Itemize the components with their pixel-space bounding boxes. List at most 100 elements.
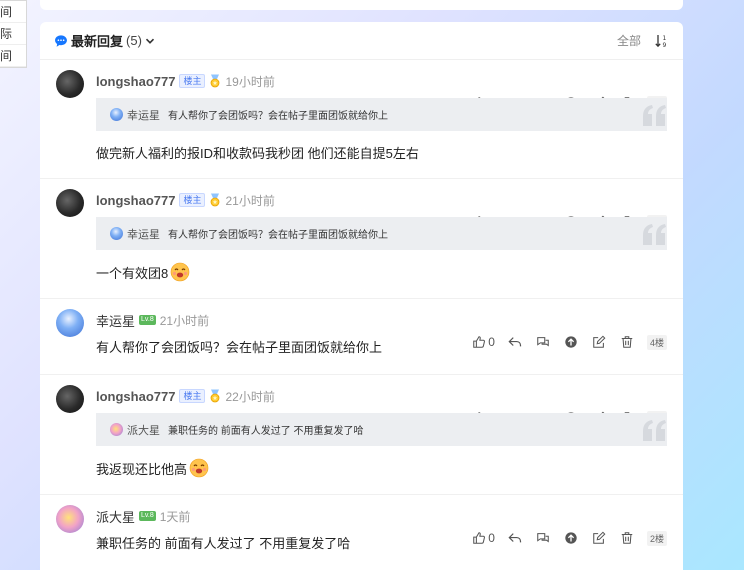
reply-content: 我返现还比他高 xyxy=(96,446,667,494)
medal-icon xyxy=(211,74,220,88)
avatar[interactable] xyxy=(56,189,84,217)
reply-arrow-icon xyxy=(508,337,522,347)
thumbs-up-icon xyxy=(473,532,486,544)
trash-icon xyxy=(621,336,633,348)
arrow-up-circle-icon xyxy=(565,532,577,544)
floor-number: 4楼 xyxy=(646,334,667,350)
avatar[interactable] xyxy=(56,385,84,413)
level-badge: Lv.8 xyxy=(139,511,156,521)
reply-time: 1天前 xyxy=(159,509,191,524)
reply-item: longshao777 楼主 19小时前 0 xyxy=(40,60,683,179)
quote-text: 有人帮你了会团饭吗？会在帖子里面团饭就给你上 xyxy=(168,111,388,122)
delete-button[interactable] xyxy=(619,334,635,350)
replies-title-dropdown[interactable]: 最新回复 (5) xyxy=(54,31,155,50)
like-count: 0 xyxy=(488,531,495,545)
comment-bubbles-icon xyxy=(537,337,549,347)
quote-mark-icon xyxy=(643,224,666,245)
reply-text: 有人帮你了会团饭吗？会在帖子里面团饭就给你上 xyxy=(96,340,383,355)
quoted-reply[interactable]: 派大星 兼职任务的 前面有人发过了 不用重复发了哈 xyxy=(96,413,667,446)
reply-time: 22小时前 xyxy=(225,389,275,404)
replies-title: 最新回复 xyxy=(71,34,124,49)
quoted-reply[interactable]: 幸运星 有人帮你了会团饭吗？会在帖子里面团饭就给你上 xyxy=(96,217,667,250)
reply-meta: 派大星 Lv.8 1天前 xyxy=(96,505,667,527)
level-badge: Lv.8 xyxy=(139,315,156,325)
medal-icon xyxy=(211,193,220,207)
reply-button[interactable] xyxy=(507,334,523,350)
reply-meta: longshao777 楼主 22小时前 xyxy=(96,385,667,407)
quote-author: 幸运星 xyxy=(127,228,160,241)
reply-arrow-icon xyxy=(508,533,522,543)
arrow-up-circle-icon xyxy=(565,336,577,348)
quote-avatar xyxy=(110,423,123,436)
reply-item: longshao777 楼主 21小时前 0 xyxy=(40,179,683,299)
reply-text: 我返现还比他高 xyxy=(96,461,188,477)
quote-avatar xyxy=(110,108,123,121)
reply-item: longshao777 楼主 22小时前 0 xyxy=(40,375,683,495)
filter-all-link[interactable]: 全部 xyxy=(617,32,641,49)
reply-content: 做完新人福利的报ID和收款码我秒团 他们还能自提5左右 xyxy=(96,131,667,178)
previous-card xyxy=(40,0,683,10)
reply-text: 做完新人福利的报ID和收款码我秒团 他们还能自提5左右 xyxy=(96,146,419,161)
sort-order-icon[interactable]: 1 9 xyxy=(655,33,669,49)
reply-button[interactable] xyxy=(507,530,523,546)
chat-bubble-icon xyxy=(55,34,67,47)
comment-button[interactable] xyxy=(535,334,551,350)
drooling-face-emoji-icon xyxy=(189,458,209,478)
left-strip-item[interactable]: 际 xyxy=(0,23,26,45)
delete-button[interactable] xyxy=(619,530,635,546)
avatar[interactable] xyxy=(56,505,84,533)
quote-text: 有人帮你了会团饭吗？会在帖子里面团饭就给你上 xyxy=(168,230,388,241)
quote-mark-icon xyxy=(643,420,666,441)
reply-time: 19小时前 xyxy=(225,74,275,89)
avatar[interactable] xyxy=(56,309,84,337)
reply-meta: longshao777 楼主 21小时前 xyxy=(96,189,667,211)
left-strip-item[interactable]: 间 xyxy=(0,45,26,67)
like-button[interactable]: 0 xyxy=(472,334,495,350)
replies-card: 最新回复 (5) 全部 1 9 longshao777 楼主 19小时前 幸运星… xyxy=(40,22,683,570)
left-side-panel: 间 际 间 xyxy=(0,0,27,68)
reply-meta: longshao777 楼主 19小时前 xyxy=(96,70,667,92)
quote-avatar xyxy=(110,227,123,240)
trash-icon xyxy=(621,532,633,544)
upvote-button[interactable] xyxy=(563,530,579,546)
upvote-button[interactable] xyxy=(563,334,579,350)
author-name[interactable]: longshao777 xyxy=(96,193,175,208)
reply-text: 兼职任务的 前面有人发过了 不用重复发了哈 xyxy=(96,536,351,551)
svg-text:1: 1 xyxy=(663,35,667,42)
medal-icon xyxy=(211,389,220,403)
like-count: 0 xyxy=(488,335,495,349)
drooling-face-emoji-icon xyxy=(170,262,190,282)
floor-number: 2楼 xyxy=(646,530,667,546)
author-name[interactable]: longshao777 xyxy=(96,389,175,404)
thumbs-up-icon xyxy=(473,336,486,348)
svg-text:9: 9 xyxy=(663,42,667,49)
reply-time: 21小时前 xyxy=(225,193,275,208)
like-button[interactable]: 0 xyxy=(472,530,495,546)
replies-header: 最新回复 (5) 全部 1 9 xyxy=(40,22,683,60)
author-name[interactable]: longshao777 xyxy=(96,74,175,89)
reply-item: 幸运星 Lv.8 21小时前 0 4楼 有人帮你了会团饭吗？会在帖子里面团饭就给… xyxy=(40,299,683,375)
replies-count: (5) xyxy=(126,33,142,48)
reply-content: 一个有效团8 xyxy=(96,250,667,298)
comment-bubbles-icon xyxy=(537,533,549,543)
quote-author: 派大星 xyxy=(127,424,160,437)
avatar[interactable] xyxy=(56,70,84,98)
reply-actions: 0 xyxy=(472,527,667,549)
left-strip-item[interactable]: 间 xyxy=(0,1,26,23)
op-badge: 楼主 xyxy=(179,74,206,88)
author-name[interactable]: 派大星 xyxy=(96,507,135,526)
quoted-reply[interactable]: 幸运星 有人帮你了会团饭吗？会在帖子里面团饭就给你上 xyxy=(96,98,667,131)
author-name[interactable]: 幸运星 xyxy=(96,311,135,330)
op-badge: 楼主 xyxy=(179,389,206,403)
edit-icon xyxy=(593,335,606,348)
op-badge: 楼主 xyxy=(179,193,206,207)
edit-button[interactable] xyxy=(591,530,607,546)
quote-text: 兼职任务的 前面有人发过了 不用重复发了哈 xyxy=(168,426,364,437)
quote-author: 幸运星 xyxy=(127,109,160,122)
reply-actions: 0 xyxy=(472,331,667,353)
reply-time: 21小时前 xyxy=(159,313,210,328)
edit-button[interactable] xyxy=(591,334,607,350)
comment-button[interactable] xyxy=(535,530,551,546)
reply-meta: 幸运星 Lv.8 21小时前 xyxy=(96,309,667,331)
quote-mark-icon xyxy=(643,105,666,126)
